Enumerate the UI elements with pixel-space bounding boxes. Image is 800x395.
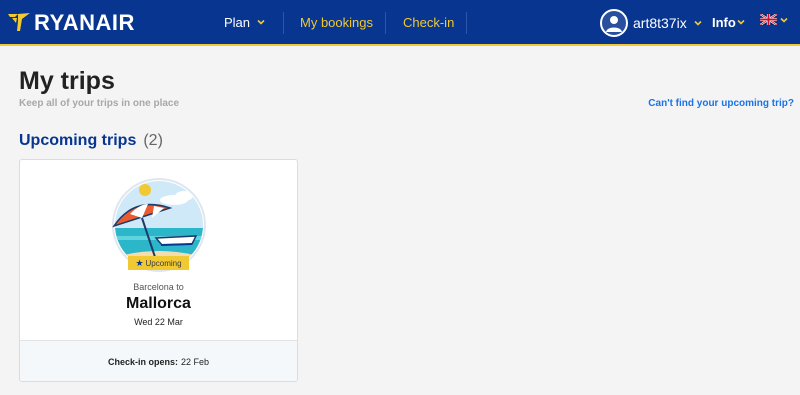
section-title: Upcoming trips bbox=[19, 132, 137, 149]
nav-plan[interactable]: Plan bbox=[224, 0, 266, 44]
upcoming-trips-heading: Upcoming trips (2) bbox=[19, 132, 163, 150]
info-menu[interactable]: Info bbox=[712, 0, 746, 44]
chevron-down-icon bbox=[257, 19, 265, 25]
star-icon: ★ bbox=[135, 257, 144, 268]
ryanair-logo[interactable]: RYANAIR bbox=[6, 9, 135, 37]
top-navigation-bar: RYANAIR Plan My bookings Check-in art8t3… bbox=[0, 0, 800, 46]
trip-count: (2) bbox=[143, 132, 163, 149]
language-selector[interactable] bbox=[760, 14, 789, 25]
chevron-down-icon bbox=[780, 17, 788, 23]
avatar bbox=[600, 9, 628, 37]
nav-my-bookings[interactable]: My bookings bbox=[300, 0, 373, 44]
brand-wordmark: RYANAIR bbox=[34, 10, 135, 35]
checkin-label: Check-in opens: bbox=[107, 356, 178, 367]
user-menu[interactable]: art8t37ix bbox=[600, 8, 703, 38]
uk-flag-icon bbox=[760, 14, 777, 25]
chevron-down-icon bbox=[694, 20, 702, 26]
checkin-info: Check-in opens: 22 Feb bbox=[20, 340, 297, 381]
nav-my-bookings-label: My bookings bbox=[300, 14, 373, 30]
nav-divider bbox=[385, 12, 386, 34]
chevron-down-icon bbox=[737, 19, 745, 25]
trip-date: Wed 22 Mar bbox=[134, 317, 183, 327]
status-badge: ★ Upcoming bbox=[128, 256, 189, 270]
info-label: Info bbox=[712, 14, 736, 30]
trip-origin: Barcelona to bbox=[133, 282, 184, 292]
trip-card[interactable]: ★ Upcoming Barcelona to Mallorca Wed 22 … bbox=[19, 159, 298, 382]
harp-logo-icon bbox=[8, 13, 30, 31]
cant-find-trip-link[interactable]: Can't find your upcoming trip? bbox=[648, 98, 794, 109]
nav-check-in-label: Check-in bbox=[403, 14, 455, 30]
page-title: My trips bbox=[19, 67, 115, 95]
nav-plan-label: Plan bbox=[224, 14, 251, 30]
username: art8t37ix bbox=[633, 15, 687, 31]
nav-divider bbox=[283, 12, 284, 34]
nav-divider bbox=[466, 12, 467, 34]
nav-check-in[interactable]: Check-in bbox=[403, 0, 454, 44]
checkin-date: 22 Feb bbox=[180, 356, 210, 367]
page-subtitle: Keep all of your trips in one place bbox=[19, 98, 180, 109]
header-accent-line bbox=[0, 44, 800, 46]
status-label: Upcoming bbox=[145, 258, 182, 268]
trip-destination: Mallorca bbox=[126, 295, 191, 312]
user-icon bbox=[606, 16, 622, 32]
